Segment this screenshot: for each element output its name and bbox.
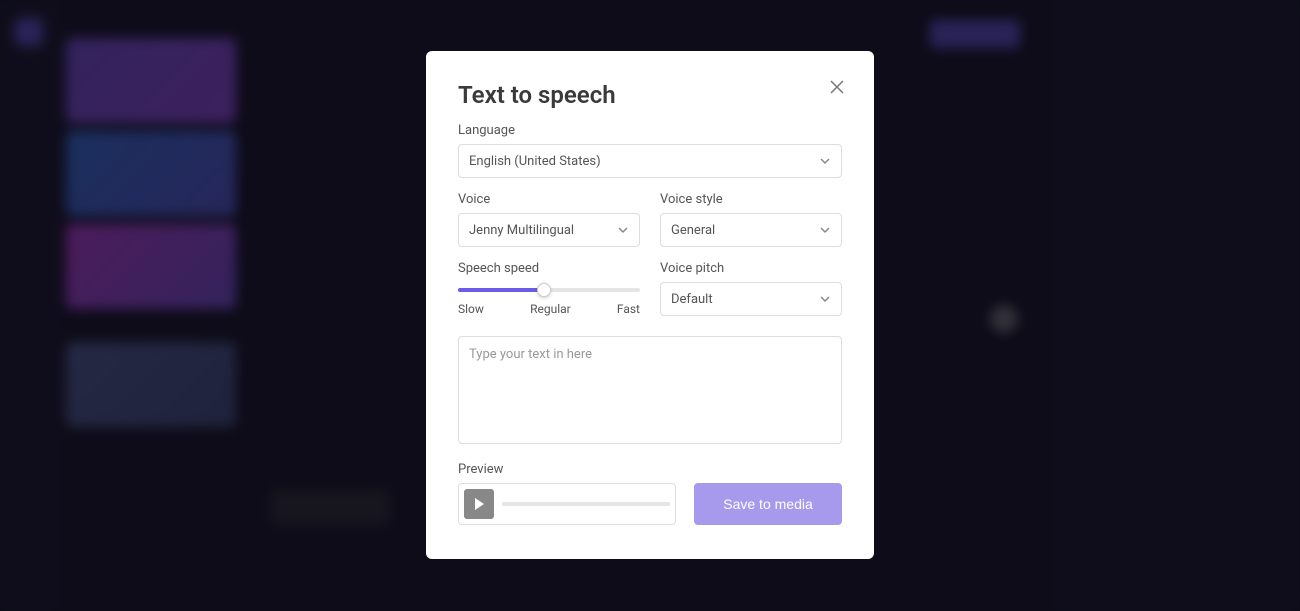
voice-pitch-label: Voice pitch — [660, 261, 842, 276]
play-button[interactable] — [464, 489, 494, 519]
language-value: English (United States) — [469, 154, 601, 169]
voice-pitch-value: Default — [671, 292, 713, 307]
voice-label: Voice — [458, 192, 640, 207]
text-input[interactable] — [458, 336, 842, 444]
preview-label: Preview — [458, 462, 842, 477]
chevron-down-icon — [617, 224, 629, 236]
speed-mark-slow: Slow — [458, 302, 484, 316]
chevron-down-icon — [819, 224, 831, 236]
slider-thumb[interactable] — [537, 283, 551, 297]
speech-speed-label: Speech speed — [458, 261, 640, 276]
preview-player — [458, 483, 676, 525]
chevron-down-icon — [819, 293, 831, 305]
modal-title: Text to speech — [458, 81, 842, 109]
voice-style-value: General — [671, 223, 715, 238]
save-to-media-button[interactable]: Save to media — [694, 483, 842, 525]
voice-value: Jenny Multilingual — [469, 223, 574, 238]
voice-style-label: Voice style — [660, 192, 842, 207]
close-button[interactable] — [830, 79, 848, 97]
language-select[interactable]: English (United States) — [458, 144, 842, 178]
voice-style-select[interactable]: General — [660, 213, 842, 247]
chevron-down-icon — [819, 155, 831, 167]
speed-mark-fast: Fast — [617, 302, 640, 316]
language-label: Language — [458, 123, 842, 138]
preview-progress[interactable] — [502, 502, 670, 506]
text-to-speech-modal: Text to speech Language English (United … — [426, 51, 874, 559]
speed-mark-regular: Regular — [530, 302, 571, 316]
speech-speed-slider[interactable]: Slow Regular Fast — [458, 282, 640, 322]
close-icon — [830, 80, 844, 94]
voice-pitch-select[interactable]: Default — [660, 282, 842, 316]
play-icon — [471, 496, 487, 512]
voice-select[interactable]: Jenny Multilingual — [458, 213, 640, 247]
